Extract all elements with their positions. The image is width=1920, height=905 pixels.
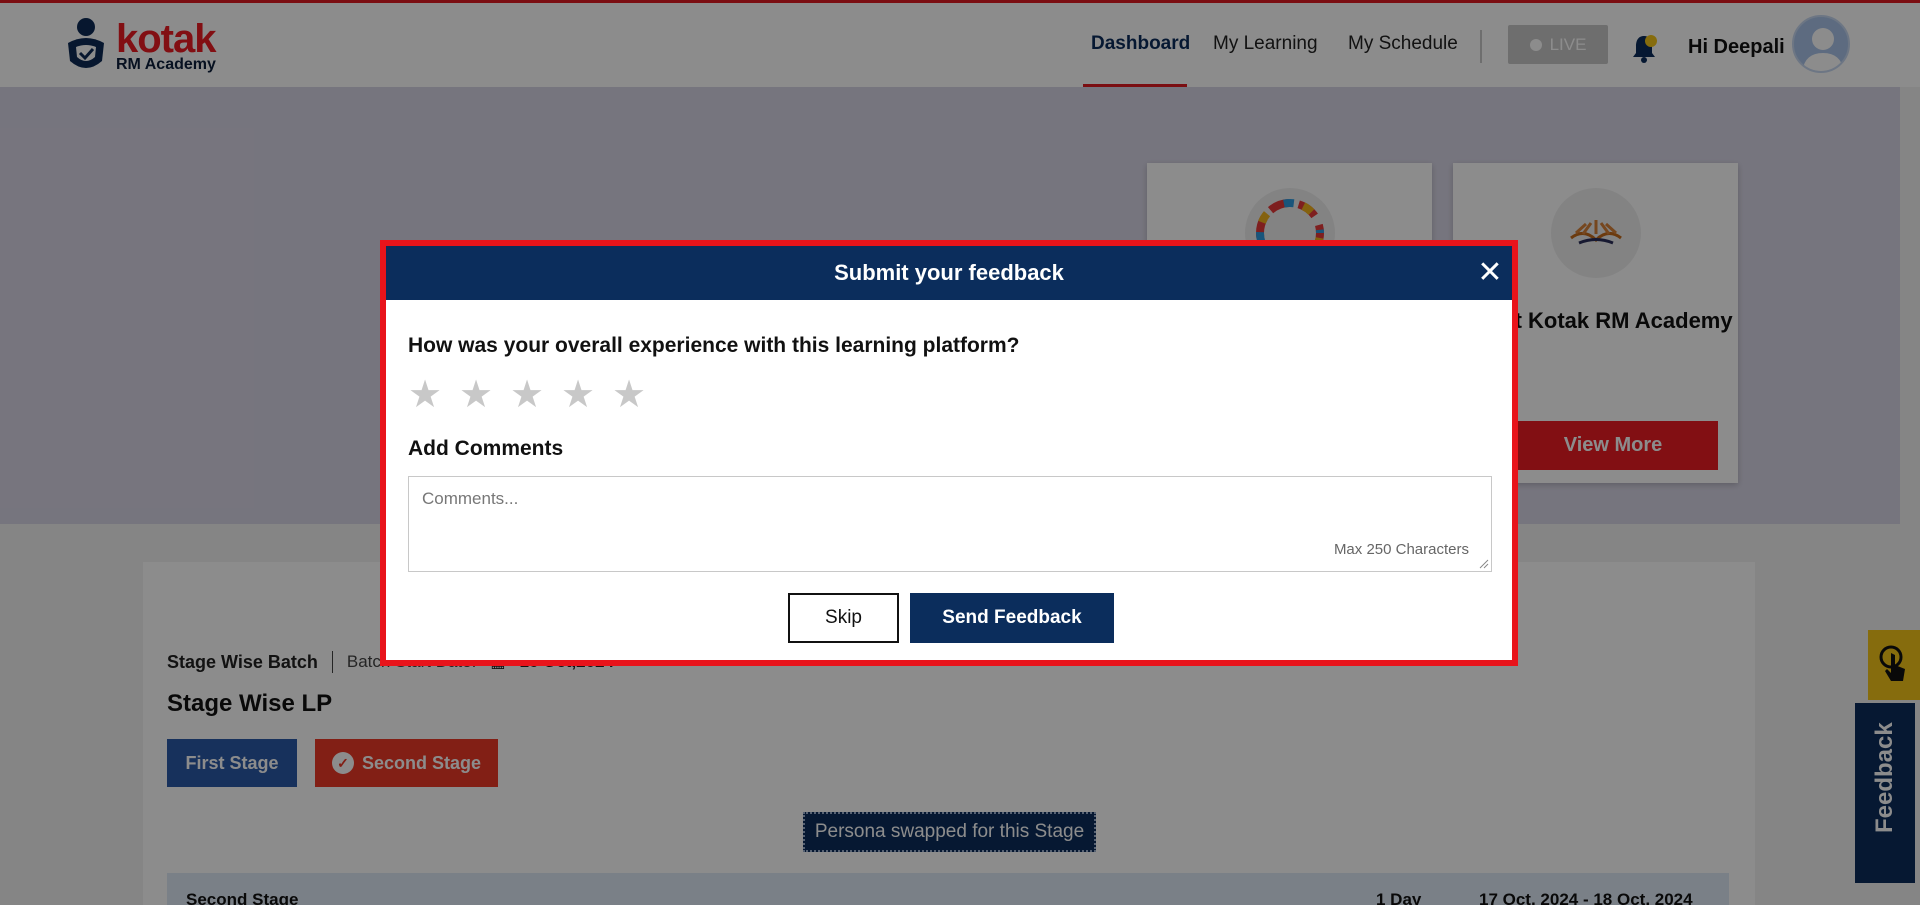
star-icon-3[interactable]: ★ xyxy=(510,376,545,414)
comments-box: Max 250 Characters xyxy=(408,476,1492,572)
close-icon[interactable]: ✕ xyxy=(1476,258,1504,288)
star-icon-5[interactable]: ★ xyxy=(612,376,647,414)
max-chars-hint: Max 250 Characters xyxy=(1333,541,1469,558)
resize-handle-icon[interactable] xyxy=(1479,559,1489,569)
feedback-modal: Submit your feedback ✕ How was your over… xyxy=(380,240,1518,666)
rating-question: How was your overall experience with thi… xyxy=(408,334,1020,357)
comments-label: Add Comments xyxy=(408,437,564,460)
star-rating: ★ ★ ★ ★ ★ xyxy=(408,376,647,414)
modal-title: Submit your feedback xyxy=(834,260,1064,285)
send-feedback-button[interactable]: Send Feedback xyxy=(910,593,1114,643)
skip-button[interactable]: Skip xyxy=(788,593,899,643)
comments-textarea[interactable] xyxy=(409,477,1491,571)
star-icon-4[interactable]: ★ xyxy=(561,376,596,414)
modal-header: Submit your feedback ✕ xyxy=(386,246,1512,300)
star-icon-2[interactable]: ★ xyxy=(459,376,494,414)
star-icon-1[interactable]: ★ xyxy=(408,376,443,414)
